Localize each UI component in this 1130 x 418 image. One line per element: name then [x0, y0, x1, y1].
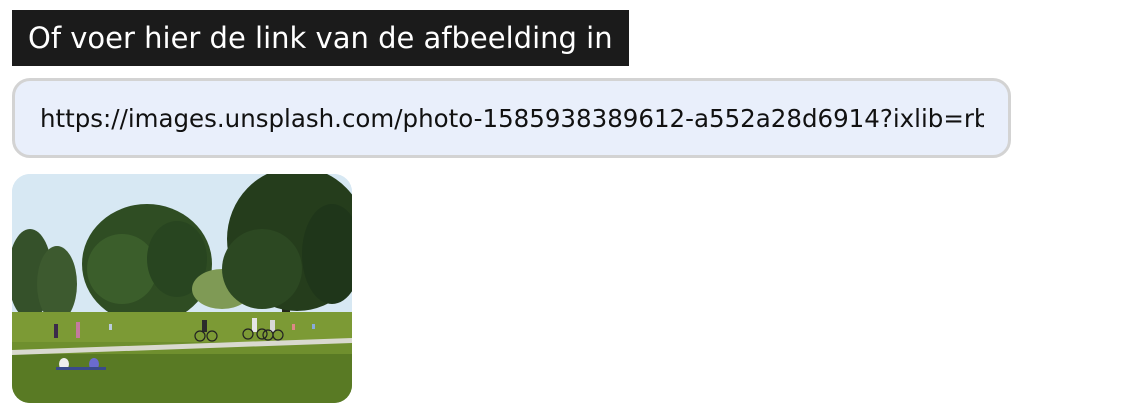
park-photo: [12, 174, 352, 403]
image-preview: [12, 174, 352, 403]
image-link-label: Of voer hier de link van de afbeelding i…: [12, 10, 629, 66]
image-url-input[interactable]: [12, 78, 1011, 158]
